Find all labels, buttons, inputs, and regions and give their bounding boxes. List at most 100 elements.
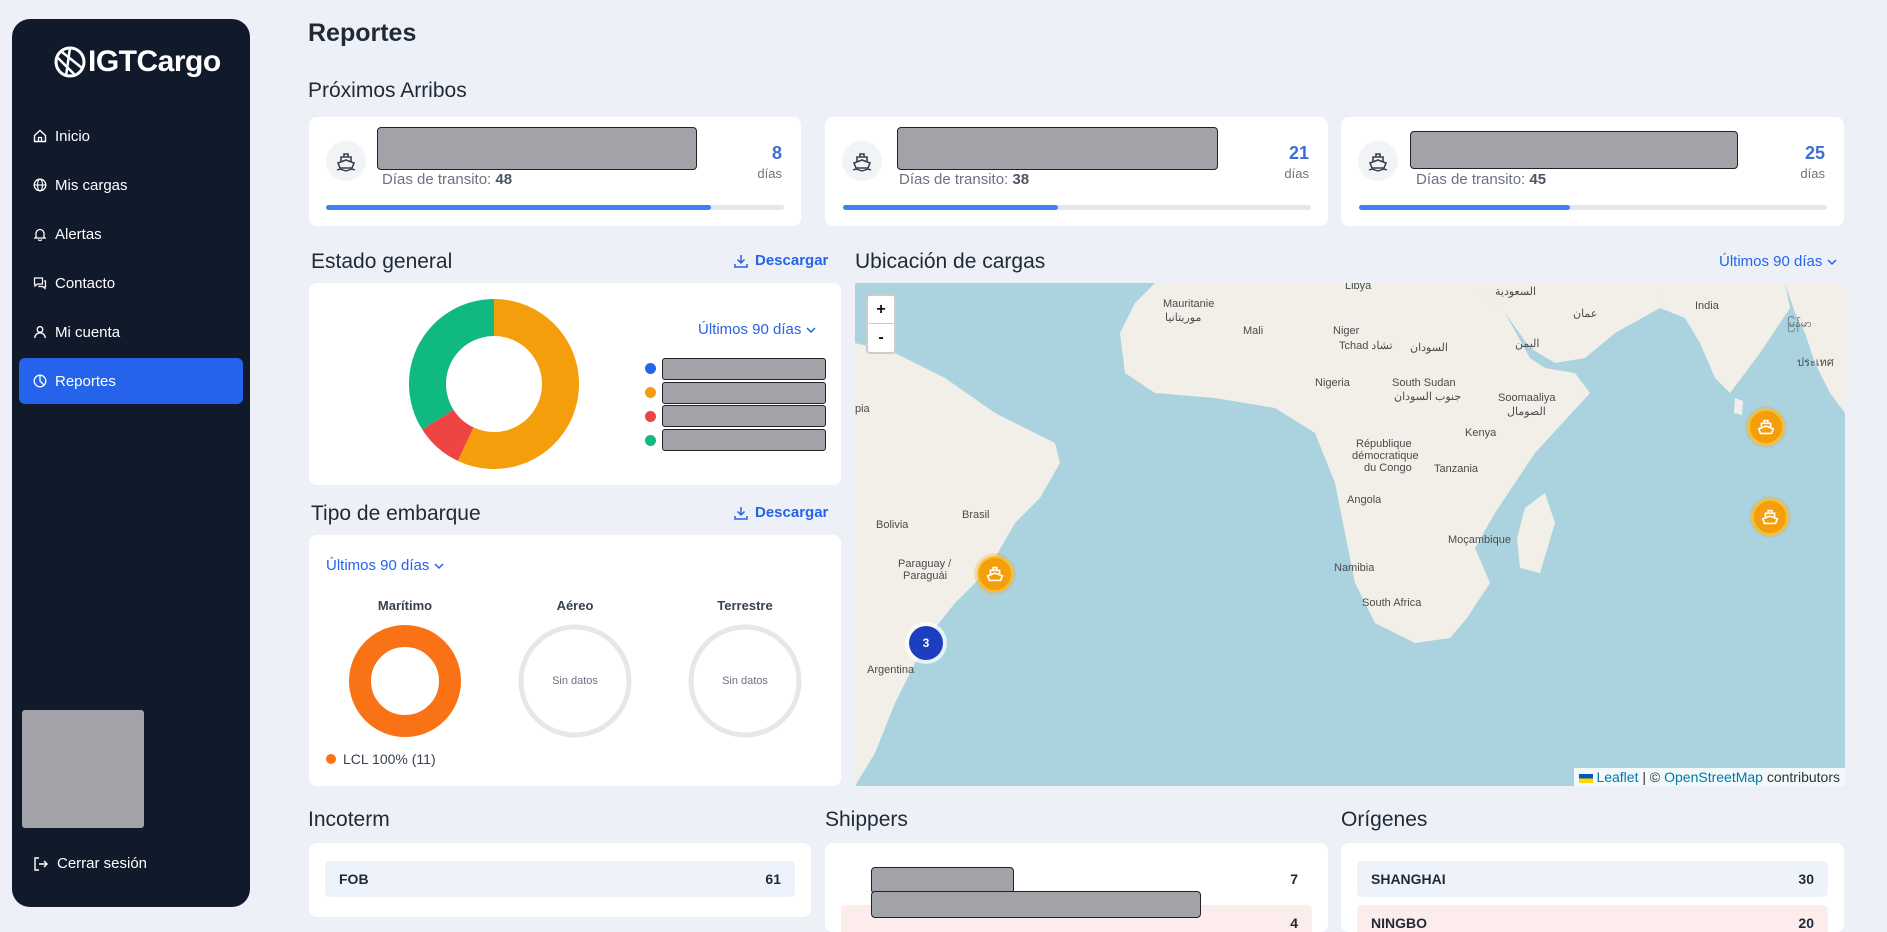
arrival-card[interactable]: Días de transito: 48 8 días xyxy=(309,117,801,226)
sidebar-item-inicio[interactable]: Inicio xyxy=(19,113,243,159)
chevron-down-icon xyxy=(434,562,444,569)
redacted-legend-label xyxy=(662,405,826,427)
redacted-vessel-name xyxy=(377,127,697,170)
brand-logo[interactable]: IGTCargo xyxy=(54,45,221,79)
list-item[interactable]: SHANGHAI 30 xyxy=(1357,861,1828,897)
map-label: Moçambique xyxy=(1448,534,1511,546)
map-label: Nigeria xyxy=(1315,377,1350,389)
zoom-in-button[interactable]: + xyxy=(868,296,894,324)
user-icon xyxy=(34,326,46,339)
map-period-select[interactable]: Últimos 90 días xyxy=(1719,253,1838,270)
list-item[interactable]: 4 xyxy=(841,891,1312,932)
map-label: du Congo xyxy=(1364,462,1412,474)
progress-bar xyxy=(326,205,784,210)
aereo-nodata: Sin datos xyxy=(552,675,598,687)
sidebar: IGTCargo Inicio Mis cargas Alertas Conta… xyxy=(12,19,250,907)
ship-icon xyxy=(842,141,882,181)
list-item[interactable]: FOB 61 xyxy=(325,861,795,897)
map-label: Kenya xyxy=(1465,427,1497,439)
attribution-rest: contributors xyxy=(1762,769,1840,785)
osm-link[interactable]: OpenStreetMap xyxy=(1664,769,1763,785)
shipper-count: 7 xyxy=(1290,871,1298,887)
redacted-shipper-name xyxy=(871,867,1014,894)
map-label: ประเทศ xyxy=(1797,357,1834,369)
period-label: Últimos 90 días xyxy=(326,557,430,574)
map-attribution: Leaflet | © OpenStreetMap contributors xyxy=(1573,768,1845,786)
leaflet-link[interactable]: Leaflet xyxy=(1596,769,1638,785)
tipo-period-select[interactable]: Últimos 90 días xyxy=(326,557,445,574)
progress-bar xyxy=(1359,205,1827,210)
page-title: Reportes xyxy=(308,19,417,47)
progress-fill xyxy=(1359,205,1570,210)
ship-marker[interactable] xyxy=(977,556,1013,592)
sidebar-item-contacto[interactable]: Contacto xyxy=(19,260,243,306)
terrestre-nodata: Sin datos xyxy=(722,675,768,687)
days-remaining: 25 xyxy=(1804,143,1825,163)
chart-pie-icon xyxy=(33,374,47,388)
arrival-card[interactable]: Días de transito: 45 25 días xyxy=(1341,117,1844,226)
maritimo-ring xyxy=(349,625,461,737)
incoterm-card: FOB 61 xyxy=(309,843,811,917)
map-label: السعودية xyxy=(1495,286,1537,298)
ukraine-flag-icon xyxy=(1578,773,1593,783)
map-label: South Africa xyxy=(1362,597,1422,609)
sidebar-item-reportes[interactable]: Reportes xyxy=(19,358,243,404)
shippers-title: Shippers xyxy=(825,808,908,831)
map-zoom-control: + - xyxy=(866,294,896,354)
redacted-legend-label xyxy=(662,358,826,380)
donut-slice-3[interactable] xyxy=(409,299,494,430)
origenes-title: Orígenes xyxy=(1341,808,1428,831)
logout-label: Cerrar sesión xyxy=(57,855,148,872)
map-label: Tanzania xyxy=(1434,463,1479,475)
legend-dot-red xyxy=(645,411,656,422)
estado-download-button[interactable]: Descargar xyxy=(733,252,828,269)
zoom-out-button[interactable]: - xyxy=(868,324,894,352)
days-remaining: 8 xyxy=(771,143,782,163)
bell-icon xyxy=(33,228,47,241)
ship-icon xyxy=(1761,509,1779,525)
marker-cluster[interactable]: 3 xyxy=(909,626,943,660)
legend-text: LCL 100% (11) xyxy=(343,751,436,767)
ship-marker[interactable] xyxy=(1752,499,1788,535)
legend-dot-green xyxy=(645,435,656,446)
ship-marker[interactable] xyxy=(1748,409,1784,445)
progress-fill xyxy=(843,205,1059,210)
map-label: Soomaaliya xyxy=(1498,392,1556,404)
progress-bar xyxy=(843,205,1311,210)
map-label: Namibia xyxy=(1334,562,1375,574)
map-label: Niger xyxy=(1333,325,1360,337)
mode-label-maritimo: Marítimo xyxy=(377,598,433,613)
map-label: pia xyxy=(855,403,870,415)
chat-icon xyxy=(33,277,47,290)
download-icon xyxy=(734,506,748,520)
map-label: موريتانيا xyxy=(1165,312,1202,324)
ship-icon xyxy=(1358,141,1398,181)
cargo-map[interactable]: Libya السعودية Mauritanie موريتانيا Mali… xyxy=(855,283,1845,786)
tipo-download-button[interactable]: Descargar xyxy=(733,504,828,521)
map-label: Paraguay / xyxy=(898,558,952,570)
avatar[interactable] xyxy=(22,710,144,828)
incoterm-name: FOB xyxy=(339,871,369,887)
globe-icon xyxy=(33,178,47,192)
list-item[interactable]: NINGBO 20 xyxy=(1357,905,1828,932)
estado-period-select[interactable]: Últimos 90 días xyxy=(698,321,817,338)
legend-dot-orange xyxy=(645,387,656,398)
arrival-card[interactable]: Días de transito: 38 21 días xyxy=(825,117,1328,226)
incoterm-title: Incoterm xyxy=(308,808,390,831)
tipo-title: Tipo de embarque xyxy=(311,502,481,525)
map-label: اليمن xyxy=(1515,338,1540,350)
logout-button[interactable]: Cerrar sesión xyxy=(33,855,147,872)
ship-icon xyxy=(986,566,1004,582)
map-label: South Sudan xyxy=(1392,377,1456,389)
days-unit: días xyxy=(1284,166,1309,181)
brand-name: IGTCargo xyxy=(88,45,221,78)
sidebar-item-mi-cuenta[interactable]: Mi cuenta xyxy=(19,309,243,355)
map-label: Libya xyxy=(1345,283,1372,292)
sidebar-item-mis-cargas[interactable]: Mis cargas xyxy=(19,162,243,208)
ship-icon xyxy=(1757,419,1775,435)
map-label: الصومال xyxy=(1507,406,1546,418)
sidebar-item-label: Reportes xyxy=(55,372,116,390)
transit-days: Días de transito: 38 xyxy=(899,171,1030,188)
mode-label-aereo: Aéreo xyxy=(556,598,594,613)
sidebar-item-alertas[interactable]: Alertas xyxy=(19,211,243,257)
